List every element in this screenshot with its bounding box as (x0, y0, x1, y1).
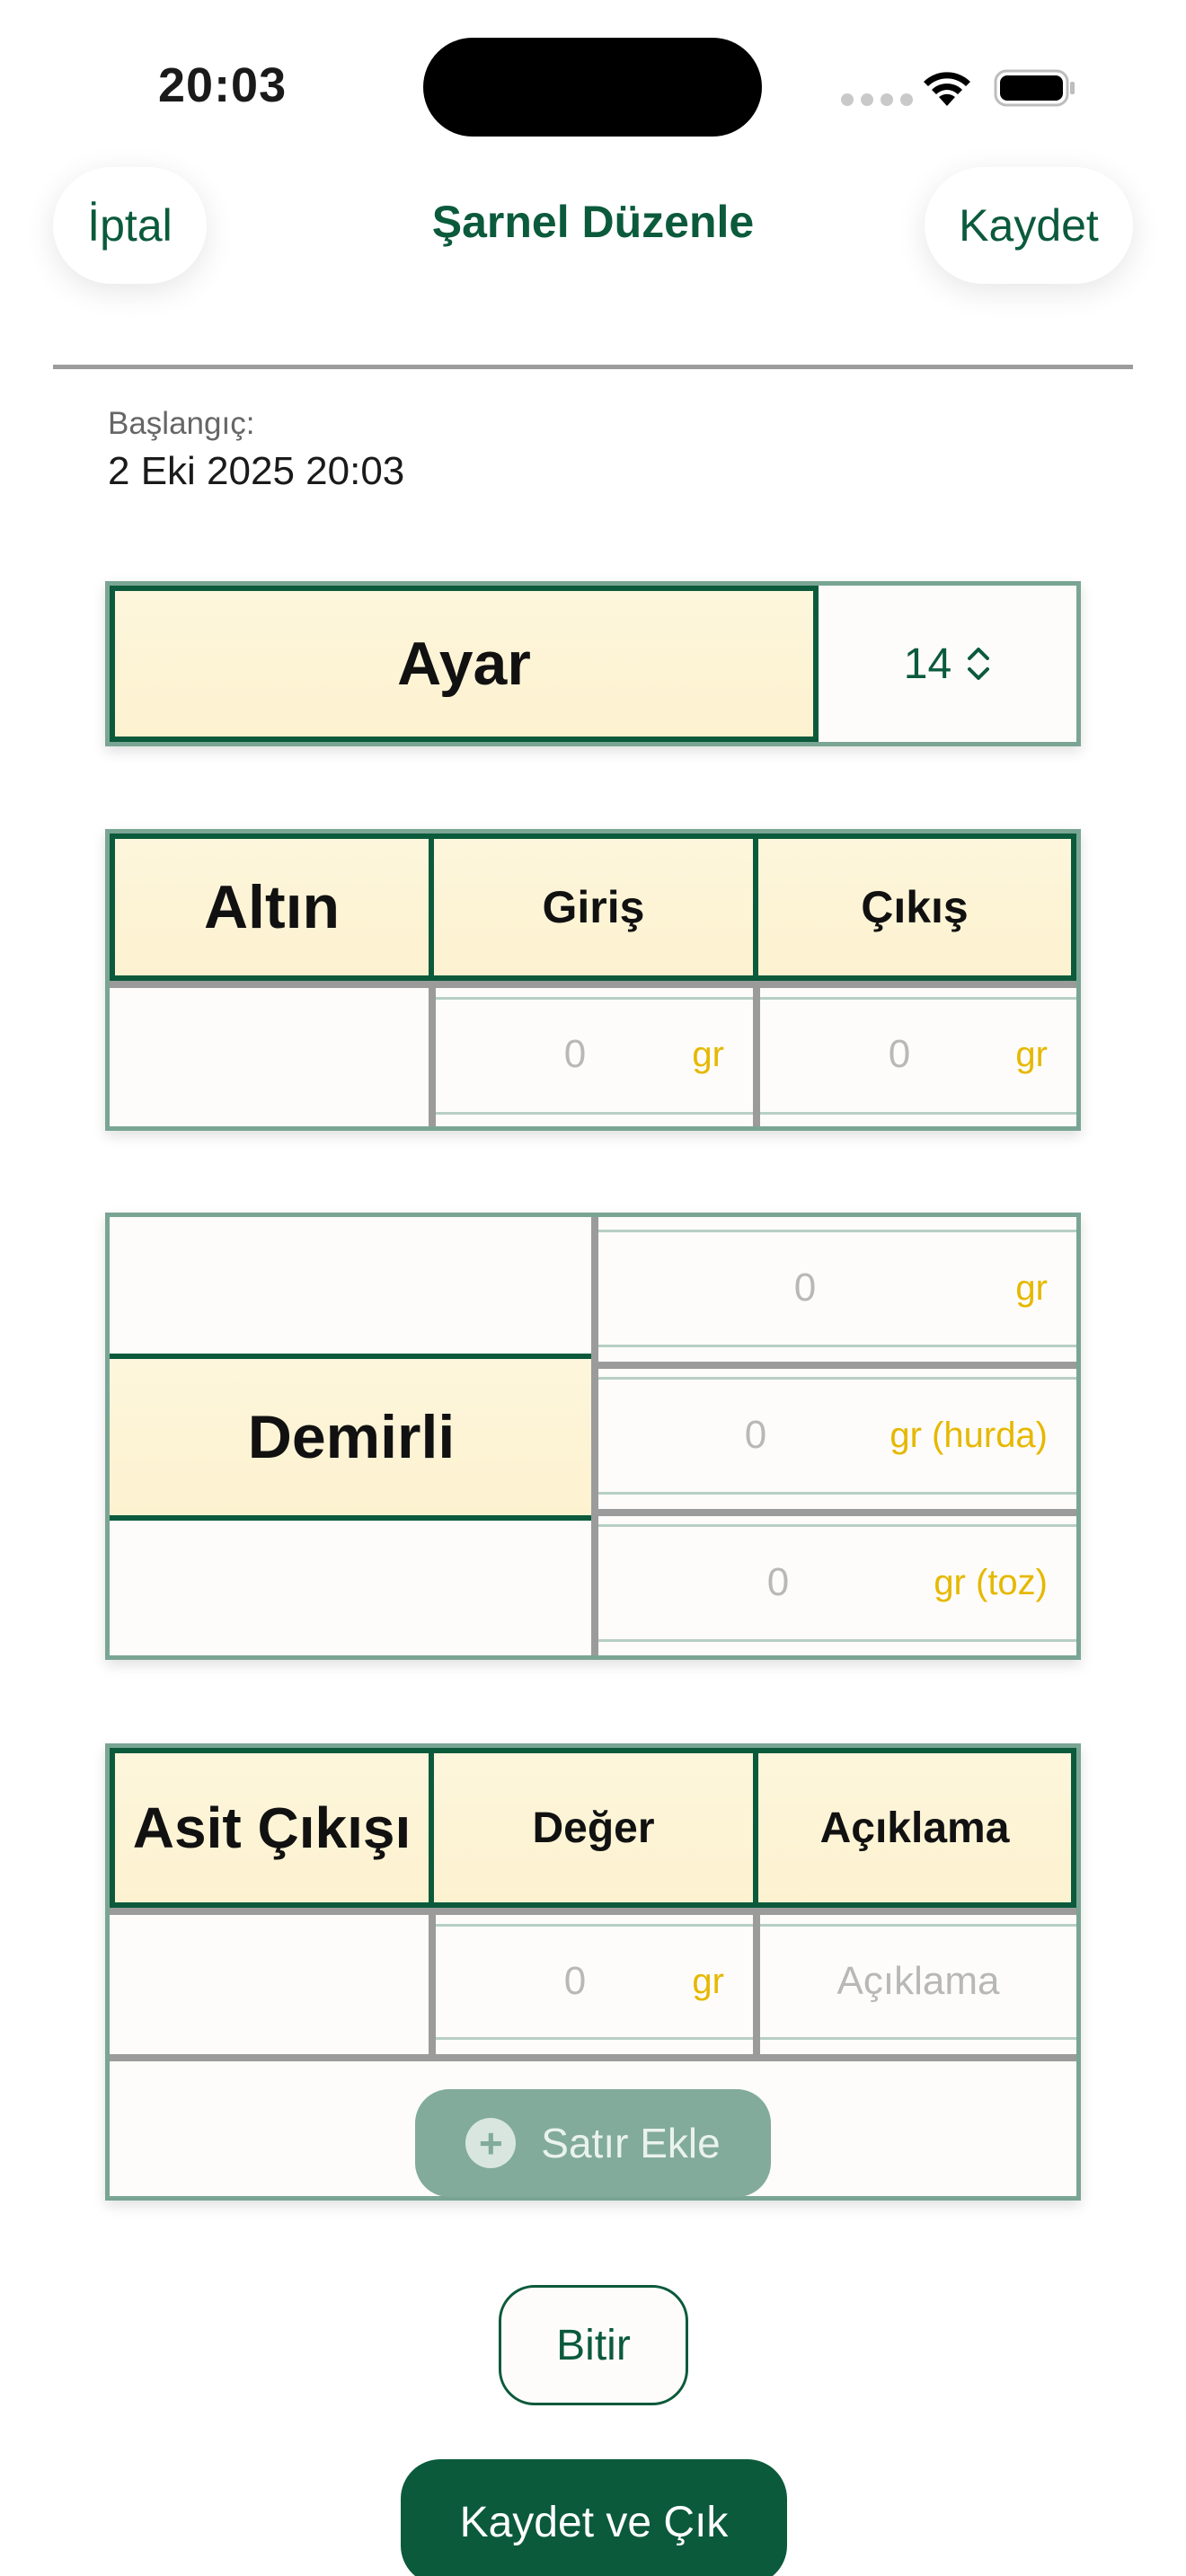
demirli-row-3-value: 0 (766, 1560, 790, 1604)
wifi-icon (924, 72, 970, 106)
dynamic-island (423, 38, 762, 137)
cellular-signal-icon (841, 93, 913, 106)
asit-col-value-header: Değer (429, 1748, 758, 1908)
ayar-box: Ayar 14 (105, 581, 1081, 746)
asit-row-unit: gr (692, 1961, 724, 2001)
demirli-row-1-unit: gr (1015, 1267, 1048, 1308)
finish-button[interactable]: Bitir (499, 2285, 688, 2405)
altin-out-unit: gr (1015, 1034, 1048, 1074)
chevron-up-down-icon (968, 648, 990, 680)
asit-desc-field[interactable]: Açıklama (760, 1928, 1076, 2035)
demirli-row-1-field[interactable]: 0 gr (598, 1233, 1076, 1343)
altin-in-value: 0 (563, 1032, 587, 1076)
status-bar: 20:03 (0, 0, 1186, 171)
asit-col-desc-header: Açıklama (753, 1748, 1076, 1908)
ayar-header: Ayar (110, 586, 819, 742)
demirli-header: Demirli (110, 1354, 598, 1521)
add-row-label: Satır Ekle (541, 2120, 721, 2166)
demirli-row-2-value: 0 (744, 1413, 767, 1457)
nav-divider (53, 365, 1133, 369)
page-title: Şarnel Düzenle (431, 197, 755, 247)
start-value: 2 Eki 2025 20:03 (108, 449, 405, 493)
demirli-row-3-unit: gr (toz) (934, 1562, 1048, 1602)
altin-col-out-header: Çıkış (753, 834, 1076, 981)
save-button[interactable]: Kaydet (925, 167, 1133, 284)
ayar-value: 14 (903, 640, 952, 688)
ayar-picker[interactable]: 14 (819, 586, 1076, 742)
plus-circle-icon: + (465, 2118, 517, 2168)
demirli-box: Demirli 0 gr 0 gr (hurda) 0 gr (toz) (105, 1213, 1081, 1660)
start-label: Başlangıç: (108, 406, 255, 441)
altin-col-in-header: Giriş (429, 834, 758, 981)
asit-desc-placeholder: Açıklama (836, 1959, 1000, 2003)
add-row-button[interactable]: + Satır Ekle (415, 2089, 771, 2197)
altin-in-field[interactable]: 0 gr (436, 1001, 753, 1108)
demirli-row-2-unit: gr (hurda) (890, 1415, 1048, 1455)
demirli-row-3-field[interactable]: 0 gr (toz) (598, 1528, 1076, 1637)
altin-out-value: 0 (888, 1032, 911, 1076)
altin-out-field[interactable]: 0 gr (760, 1001, 1076, 1108)
asit-row-value: 0 (563, 1959, 587, 2003)
demirli-row-2-field[interactable]: 0 gr (hurda) (598, 1381, 1076, 1490)
status-time: 20:03 (158, 58, 288, 112)
altin-header: Altın (110, 834, 434, 981)
altin-in-unit: gr (692, 1034, 724, 1074)
battery-icon (994, 69, 1075, 107)
altin-box: Altın Giriş Çıkış 0 gr 0 gr (105, 829, 1081, 1131)
asit-value-field[interactable]: 0 gr (436, 1928, 753, 2035)
cancel-button[interactable]: İptal (53, 167, 207, 284)
save-and-exit-button[interactable]: Kaydet ve Çık (401, 2459, 787, 2576)
demirli-row-1-value: 0 (793, 1266, 817, 1310)
asit-header: Asit Çıkışı (110, 1748, 434, 1908)
